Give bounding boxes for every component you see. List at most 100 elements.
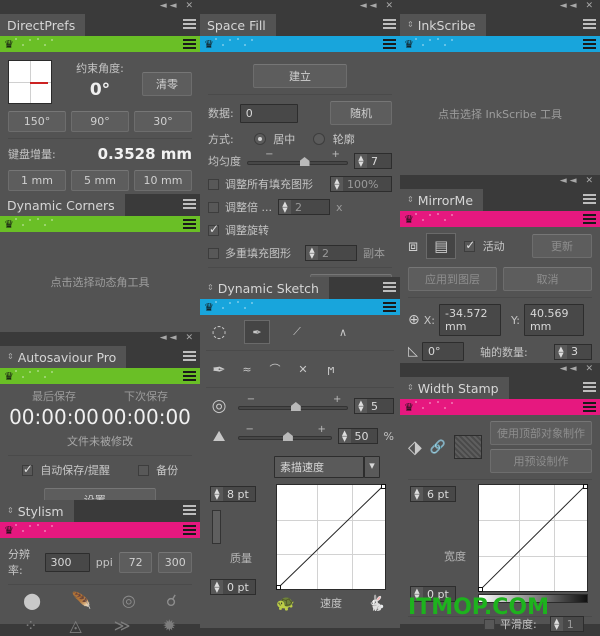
brand-menu-icon[interactable] — [183, 525, 196, 537]
tab-direct-prefs[interactable]: DirectPrefs — [0, 14, 85, 36]
target-tool-icon[interactable]: ◌ — [206, 320, 232, 344]
stepper-arrows-icon[interactable]: ▲▼ — [211, 580, 223, 594]
drag-handle-icon[interactable]: ⇕ — [407, 384, 414, 392]
create-button[interactable]: 建立 — [253, 64, 347, 88]
stepper-arrows-icon[interactable]: ▲▼ — [339, 429, 351, 443]
random-button[interactable]: 随机 — [330, 101, 392, 125]
stepper-arrows-icon[interactable]: ▲▼ — [211, 487, 223, 501]
angle-preset-30[interactable]: 30° — [134, 111, 192, 132]
mode-center-option[interactable]: 居中 — [254, 131, 296, 147]
scribble-stroke-icon[interactable]: ϻ — [318, 357, 344, 381]
sketch-curve-graph[interactable] — [276, 484, 386, 590]
waves-effect-icon[interactable]: ≫ — [114, 616, 131, 635]
mode-outline-radio[interactable] — [313, 133, 325, 145]
backup-checkbox[interactable] — [138, 465, 149, 476]
dotted-stroke-icon[interactable]: ⌒ — [262, 357, 288, 381]
window-controls[interactable]: ◄◄ ✕ — [360, 1, 396, 11]
sketch-min-stepper[interactable]: ▲▼ 0 pt — [210, 579, 256, 595]
drag-handle-icon[interactable]: ⇕ — [407, 196, 414, 204]
angle-tool-icon[interactable]: ∧ — [330, 320, 356, 344]
y-input[interactable]: 40.569 mm — [524, 304, 584, 336]
brush-tool-icon[interactable]: ✒ — [206, 357, 232, 381]
panel-menu-icon[interactable] — [383, 19, 396, 29]
curve-handle-end[interactable] — [381, 484, 386, 489]
adjust-scale-stepper[interactable]: ▲▼ 2 — [278, 199, 330, 215]
stepper-arrows-icon[interactable]: ▲▼ — [306, 246, 318, 260]
autosave-checkbox[interactable] — [22, 465, 33, 476]
pressure-slider[interactable]: −+ — [238, 429, 332, 443]
adjust-rotate-checkbox[interactable] — [208, 225, 219, 236]
smoothness-stepper[interactable]: ▲▼ 5 — [354, 398, 394, 414]
adjust-all-checkbox[interactable] — [208, 179, 219, 190]
sketch-max-stepper[interactable]: ▲▼ 8 pt — [210, 486, 256, 502]
angle-preset-150[interactable]: 150° — [8, 111, 66, 132]
stepper-arrows-icon[interactable]: ▲▼ — [331, 177, 343, 191]
stamp-preview-icon[interactable]: ⬗ — [408, 437, 422, 458]
stepper-arrows-icon[interactable]: ▲▼ — [355, 154, 367, 168]
window-controls[interactable]: ◄◄ ✕ — [160, 333, 196, 343]
feather-effect-icon[interactable]: 🪶 — [71, 591, 91, 610]
panel-menu-icon[interactable] — [183, 351, 196, 361]
curve-handle-end[interactable] — [583, 484, 588, 489]
window-controls[interactable]: ◄◄ ✕ — [560, 1, 596, 11]
sketch-mode-dropdown[interactable]: 素描速度 ▾ — [274, 456, 394, 478]
curve-handle-start[interactable] — [276, 585, 281, 590]
tab-inkscribe[interactable]: ⇕ InkScribe — [400, 14, 486, 36]
drag-handle-icon[interactable]: ⇕ — [207, 284, 214, 292]
brand-menu-icon[interactable] — [183, 371, 196, 383]
panel-menu-icon[interactable] — [583, 382, 596, 392]
angle-preset-90[interactable]: 90° — [71, 111, 129, 132]
resolution-input[interactable]: 300 — [45, 553, 90, 572]
adjust-all-stepper[interactable]: ▲▼ 100% — [330, 176, 392, 192]
mode-center-radio[interactable] — [254, 133, 266, 145]
tab-autosaviour[interactable]: ⇕ Autosaviour Pro — [0, 346, 126, 368]
cancel-button[interactable]: 取消 — [503, 267, 592, 291]
brand-menu-icon[interactable] — [583, 214, 596, 226]
stepper-arrows-icon[interactable]: ▲▼ — [411, 487, 423, 501]
drag-handle-icon[interactable]: ⇕ — [7, 507, 14, 515]
backup-toggle[interactable]: 备份 — [138, 462, 179, 478]
spiral-effect-icon[interactable]: ◎ — [122, 591, 136, 610]
tab-space-fill[interactable]: Space Fill — [200, 14, 276, 36]
mode-outline-option[interactable]: 轮廓 — [313, 131, 355, 147]
segment-tool-icon[interactable]: ⟋ — [284, 320, 310, 344]
distance-preset-5mm[interactable]: 5 mm — [71, 170, 129, 191]
angle-input[interactable]: 0° — [422, 342, 464, 361]
width-curve-graph[interactable] — [478, 484, 588, 592]
layers-icon[interactable]: ▤ — [426, 233, 456, 259]
dots-effect-icon[interactable]: ⁘ — [24, 616, 37, 635]
vertical-scrollbar[interactable] — [212, 510, 221, 544]
width-max-stepper[interactable]: ▲▼ 6 pt — [410, 486, 456, 502]
uniformity-stepper[interactable]: ▲▼ 7 — [354, 153, 392, 169]
smoothness-slider[interactable]: −+ — [238, 399, 348, 413]
curve-handle-start[interactable] — [478, 587, 483, 592]
distance-preset-10mm[interactable]: 10 mm — [134, 170, 192, 191]
window-controls[interactable]: ◄◄ ✕ — [160, 1, 196, 11]
pressure-stepper[interactable]: ▲▼ 50 — [338, 428, 378, 444]
panel-menu-icon[interactable] — [583, 19, 596, 29]
x-input[interactable]: -34.572 mm — [439, 304, 501, 336]
cone-effect-icon[interactable]: ◬ — [69, 616, 81, 635]
panel-menu-icon[interactable] — [183, 199, 196, 209]
window-controls[interactable]: ◄◄ ✕ — [560, 364, 596, 374]
stepper-arrows-icon[interactable]: ▲▼ — [355, 399, 367, 413]
update-button[interactable]: 更新 — [532, 234, 592, 258]
brand-menu-icon[interactable] — [183, 219, 196, 231]
reset-angle-button[interactable]: 清零 — [142, 72, 192, 96]
smooth-stepper[interactable]: ▲▼ 1 — [550, 616, 584, 632]
angle-preview[interactable] — [8, 60, 52, 104]
tab-width-stamp[interactable]: ⇕ Width Stamp — [400, 377, 509, 399]
blur-effect-icon[interactable]: ✹ — [163, 616, 176, 635]
adjust-scale-checkbox[interactable] — [208, 202, 219, 213]
window-controls[interactable]: ◄◄ ✕ — [560, 176, 596, 186]
panel-menu-icon[interactable] — [183, 505, 196, 515]
active-checkbox[interactable] — [464, 241, 475, 252]
stepper-arrows-icon[interactable]: ▲▼ — [555, 345, 567, 359]
tab-dynamic-corners[interactable]: Dynamic Corners — [0, 194, 125, 216]
brand-menu-icon[interactable] — [583, 39, 596, 51]
sphere-effect-icon[interactable]: ⬤ — [23, 591, 41, 610]
hair-stroke-icon[interactable]: ≈ — [234, 357, 260, 381]
tab-dynamic-sketch[interactable]: ⇕ Dynamic Sketch — [200, 277, 329, 299]
resolution-preset-300[interactable]: 300 — [158, 552, 192, 573]
make-from-preset-button[interactable]: 用预设制作 — [490, 449, 592, 473]
